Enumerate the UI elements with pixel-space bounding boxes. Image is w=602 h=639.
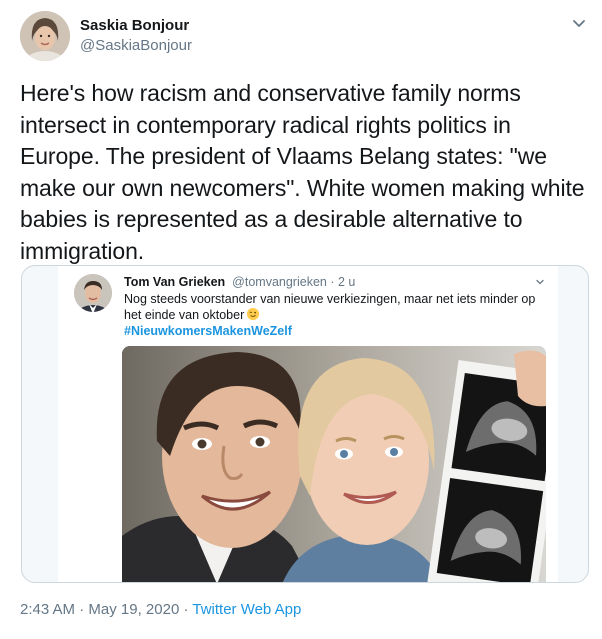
tweet-date[interactable]: May 19, 2020 [88,601,179,618]
chevron-down-icon[interactable] [570,14,588,32]
embedded-author-avatar [74,274,112,312]
tweet-footer: 2:43 AM · May 19, 2020 · Twitter Web App [20,600,301,620]
author-handle[interactable]: @SaskiaBonjour [80,36,192,56]
footer-separator-2: · [179,601,193,618]
embedded-author-handle: @tomvangrieken [232,275,327,289]
embedded-text: Nog steeds voorstander van nieuwe verkie… [124,292,536,322]
embedded-photo [122,346,546,582]
chevron-down-icon [534,275,546,287]
footer-separator: · [75,601,89,618]
author-block[interactable]: Saskia Bonjour @SaskiaBonjour [80,16,192,56]
tweet-text: Here's how racism and conservative famil… [20,80,585,264]
embedded-author-name: Tom Van Grieken [124,275,226,289]
embedded-header: Tom Van Grieken @tomvangrieken · 2 u [124,274,355,290]
winking-face-emoji [247,308,260,320]
embedded-hashtag: #NieuwkomersMakenWeZelf [124,324,292,338]
author-name[interactable]: Saskia Bonjour [80,16,192,36]
embedded-separator: · [326,275,338,289]
tweet-media-screenshot[interactable]: Tom Van Grieken @tomvangrieken · 2 u Nog… [21,265,589,583]
tweet-time[interactable]: 2:43 AM [20,601,75,618]
embedded-tweet: Tom Van Grieken @tomvangrieken · 2 u Nog… [58,266,558,582]
embedded-time: 2 u [337,275,356,289]
tweet-source[interactable]: Twitter Web App [192,601,301,618]
tweet: Saskia Bonjour @SaskiaBonjour Here's how… [0,0,602,639]
author-avatar[interactable] [20,11,70,61]
